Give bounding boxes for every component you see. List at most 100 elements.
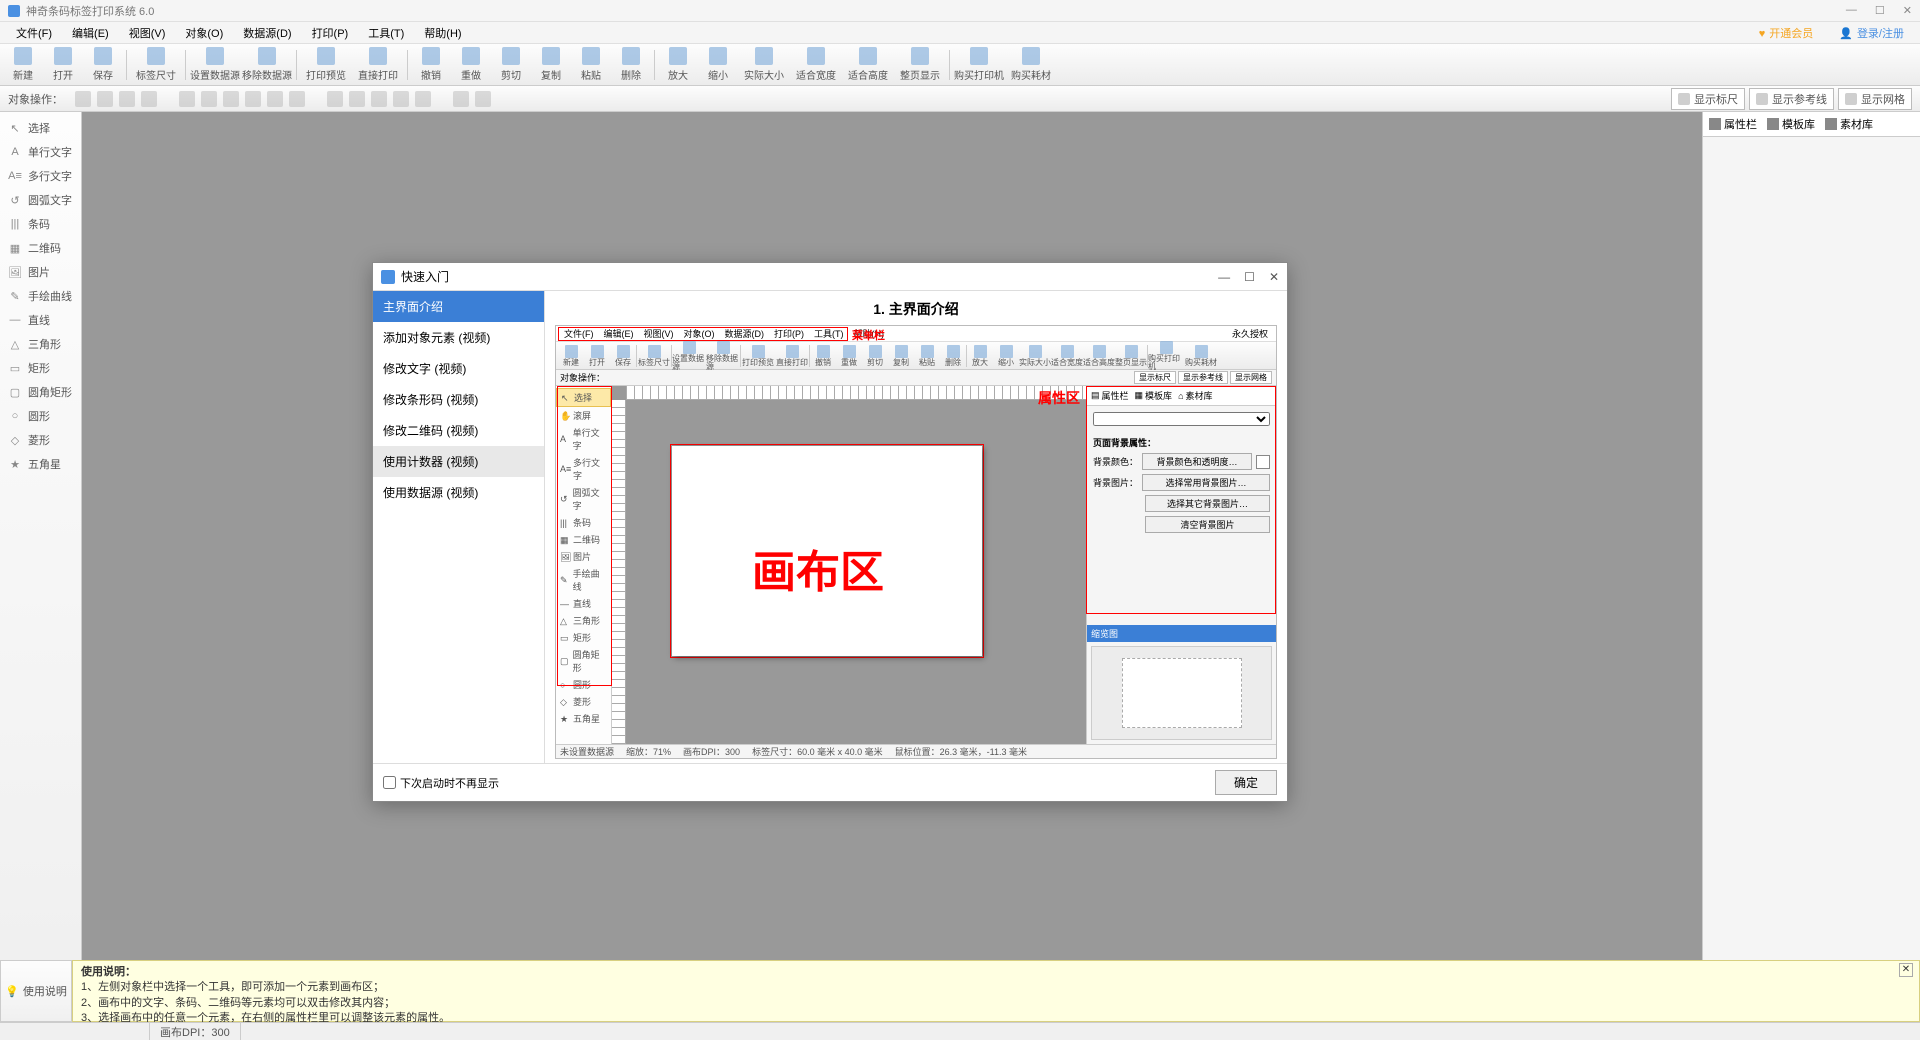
tb-redo[interactable]: 重做 bbox=[452, 45, 490, 85]
quickstart-dialog: 快速入门 — ☐ ✕ 主界面介绍 添加对象元素 (视频) 修改文字 (视频) 修… bbox=[372, 262, 1288, 802]
op-icon[interactable] bbox=[415, 91, 431, 107]
tool-roundrect[interactable]: ▢圆角矩形 bbox=[0, 380, 81, 404]
tool-arc-text[interactable]: ↺圆弧文字 bbox=[0, 188, 81, 212]
login-link[interactable]: 登录/注册 bbox=[1831, 23, 1912, 43]
tool-barcode[interactable]: |||条码 bbox=[0, 212, 81, 236]
tb-zoomin[interactable]: 放大 bbox=[659, 45, 697, 85]
tool-rect[interactable]: ▭矩形 bbox=[0, 356, 81, 380]
tb-fitpage[interactable]: 整页显示 bbox=[895, 45, 945, 85]
lock-icon[interactable] bbox=[453, 91, 469, 107]
nav-item-counter[interactable]: 使用计数器 (视频) bbox=[373, 446, 544, 477]
tab-assets[interactable]: 素材库 bbox=[1825, 116, 1873, 132]
help-title: 使用说明： bbox=[81, 965, 1911, 980]
dont-show-checkbox[interactable]: 下次启动时不再显示 bbox=[383, 775, 499, 791]
menu-file[interactable]: 文件(F) bbox=[8, 23, 60, 43]
op-icon[interactable] bbox=[223, 91, 239, 107]
nav-item-add-element[interactable]: 添加对象元素 (视频) bbox=[373, 322, 544, 353]
properties-icon bbox=[1709, 118, 1721, 130]
tool-select[interactable]: ↖选择 bbox=[0, 116, 81, 140]
window-close-icon[interactable]: ✕ bbox=[1903, 4, 1912, 17]
op-icon[interactable] bbox=[393, 91, 409, 107]
menu-object[interactable]: 对象(O) bbox=[177, 23, 231, 43]
op-icon[interactable] bbox=[349, 91, 365, 107]
ok-button[interactable]: 确定 bbox=[1215, 770, 1277, 795]
tb-undo[interactable]: 撤销 bbox=[412, 45, 450, 85]
status-bar: 画布DPI：300 bbox=[0, 1022, 1920, 1040]
dialog-close-icon[interactable]: ✕ bbox=[1269, 270, 1279, 284]
unlock-icon[interactable] bbox=[475, 91, 491, 107]
tool-star[interactable]: ★五角星 bbox=[0, 452, 81, 476]
menu-view[interactable]: 视图(V) bbox=[121, 23, 174, 43]
toggle-ruler[interactable]: 显示标尺 bbox=[1671, 88, 1745, 110]
op-icon[interactable] bbox=[201, 91, 217, 107]
window-minimize-icon[interactable]: — bbox=[1846, 4, 1857, 17]
dialog-titlebar[interactable]: 快速入门 — ☐ ✕ bbox=[373, 263, 1287, 291]
vip-link[interactable]: 开通会员 bbox=[1751, 23, 1822, 43]
menu-edit[interactable]: 编辑(E) bbox=[64, 23, 117, 43]
tb-save[interactable]: 保存 bbox=[84, 45, 122, 85]
canvas-area[interactable]: 快速入门 — ☐ ✕ 主界面介绍 添加对象元素 (视频) 修改文字 (视频) 修… bbox=[82, 112, 1702, 960]
dialog-content: 1. 主界面介绍 文件(F)编辑(E)视图(V)对象(O)数据源(D)打印(P)… bbox=[545, 291, 1287, 763]
toggle-grid[interactable]: 显示网格 bbox=[1838, 88, 1912, 110]
tool-circle[interactable]: ○圆形 bbox=[0, 404, 81, 428]
menu-help[interactable]: 帮助(H) bbox=[416, 23, 469, 43]
dialog-minimize-icon[interactable]: — bbox=[1218, 270, 1230, 284]
dialog-maximize-icon[interactable]: ☐ bbox=[1244, 270, 1255, 284]
tab-templates[interactable]: 模板库 bbox=[1767, 116, 1815, 132]
nav-item-datasource[interactable]: 使用数据源 (视频) bbox=[373, 477, 544, 508]
tb-delete[interactable]: 删除 bbox=[612, 45, 650, 85]
op-icon[interactable] bbox=[97, 91, 113, 107]
tool-single-text[interactable]: A单行文字 bbox=[0, 140, 81, 164]
tool-triangle[interactable]: △三角形 bbox=[0, 332, 81, 356]
op-icon[interactable] bbox=[289, 91, 305, 107]
tb-preview[interactable]: 打印预览 bbox=[301, 45, 351, 85]
tb-paste[interactable]: 粘贴 bbox=[572, 45, 610, 85]
nav-item-edit-barcode[interactable]: 修改条形码 (视频) bbox=[373, 384, 544, 415]
tb-print[interactable]: 直接打印 bbox=[353, 45, 403, 85]
tool-multi-text[interactable]: A≡多行文字 bbox=[0, 164, 81, 188]
tb-open[interactable]: 打开 bbox=[44, 45, 82, 85]
op-icon[interactable] bbox=[327, 91, 343, 107]
assets-icon bbox=[1825, 118, 1837, 130]
op-icon[interactable] bbox=[119, 91, 135, 107]
tool-freehand[interactable]: ✎手绘曲线 bbox=[0, 284, 81, 308]
tb-copy[interactable]: 复制 bbox=[532, 45, 570, 85]
tb-cut[interactable]: 剪切 bbox=[492, 45, 530, 85]
tool-line[interactable]: —直线 bbox=[0, 308, 81, 332]
annotation-props: 属性区 bbox=[1038, 388, 1080, 408]
nav-item-main-ui[interactable]: 主界面介绍 bbox=[373, 291, 544, 322]
op-icon[interactable] bbox=[141, 91, 157, 107]
tb-buy-printer[interactable]: 购买打印机 bbox=[954, 45, 1004, 85]
help-tab[interactable]: 💡使用说明 bbox=[0, 960, 72, 1022]
tool-diamond[interactable]: ◇菱形 bbox=[0, 428, 81, 452]
main-toolbar: 新建 打开 保存 标签尺寸 设置数据源 移除数据源 打印预览 直接打印 撤销 重… bbox=[0, 44, 1920, 86]
nav-item-edit-qrcode[interactable]: 修改二维码 (视频) bbox=[373, 415, 544, 446]
tb-fitw[interactable]: 适合宽度 bbox=[791, 45, 841, 85]
content-heading: 1. 主界面介绍 bbox=[555, 299, 1277, 319]
tb-zoomout[interactable]: 缩小 bbox=[699, 45, 737, 85]
tb-fith[interactable]: 适合高度 bbox=[843, 45, 893, 85]
tb-actual[interactable]: 实际大小 bbox=[739, 45, 789, 85]
tb-remove-ds[interactable]: 移除数据源 bbox=[242, 45, 292, 85]
toggle-guides[interactable]: 显示参考线 bbox=[1749, 88, 1834, 110]
window-maximize-icon[interactable]: ☐ bbox=[1875, 4, 1885, 17]
tab-properties[interactable]: 属性栏 bbox=[1709, 116, 1757, 132]
op-icon[interactable] bbox=[267, 91, 283, 107]
right-panel: 属性栏 模板库 素材库 bbox=[1702, 112, 1920, 960]
tb-labelsize[interactable]: 标签尺寸 bbox=[131, 45, 181, 85]
menu-print[interactable]: 打印(P) bbox=[304, 23, 357, 43]
nav-item-edit-text[interactable]: 修改文字 (视频) bbox=[373, 353, 544, 384]
op-icon[interactable] bbox=[371, 91, 387, 107]
op-icon[interactable] bbox=[75, 91, 91, 107]
help-hint-box: ✕ 使用说明： 1、左侧对象栏中选择一个工具，即可添加一个元素到画布区； 2、画… bbox=[72, 960, 1920, 1022]
menu-datasource[interactable]: 数据源(D) bbox=[235, 23, 299, 43]
tb-buy-supply[interactable]: 购买耗材 bbox=[1006, 45, 1056, 85]
tool-qrcode[interactable]: ▦二维码 bbox=[0, 236, 81, 260]
menu-tools[interactable]: 工具(T) bbox=[360, 23, 412, 43]
op-icon[interactable] bbox=[245, 91, 261, 107]
tool-image[interactable]: 🖼图片 bbox=[0, 260, 81, 284]
tb-set-ds[interactable]: 设置数据源 bbox=[190, 45, 240, 85]
op-icon[interactable] bbox=[179, 91, 195, 107]
help-close-icon[interactable]: ✕ bbox=[1899, 963, 1913, 977]
tb-new[interactable]: 新建 bbox=[4, 45, 42, 85]
